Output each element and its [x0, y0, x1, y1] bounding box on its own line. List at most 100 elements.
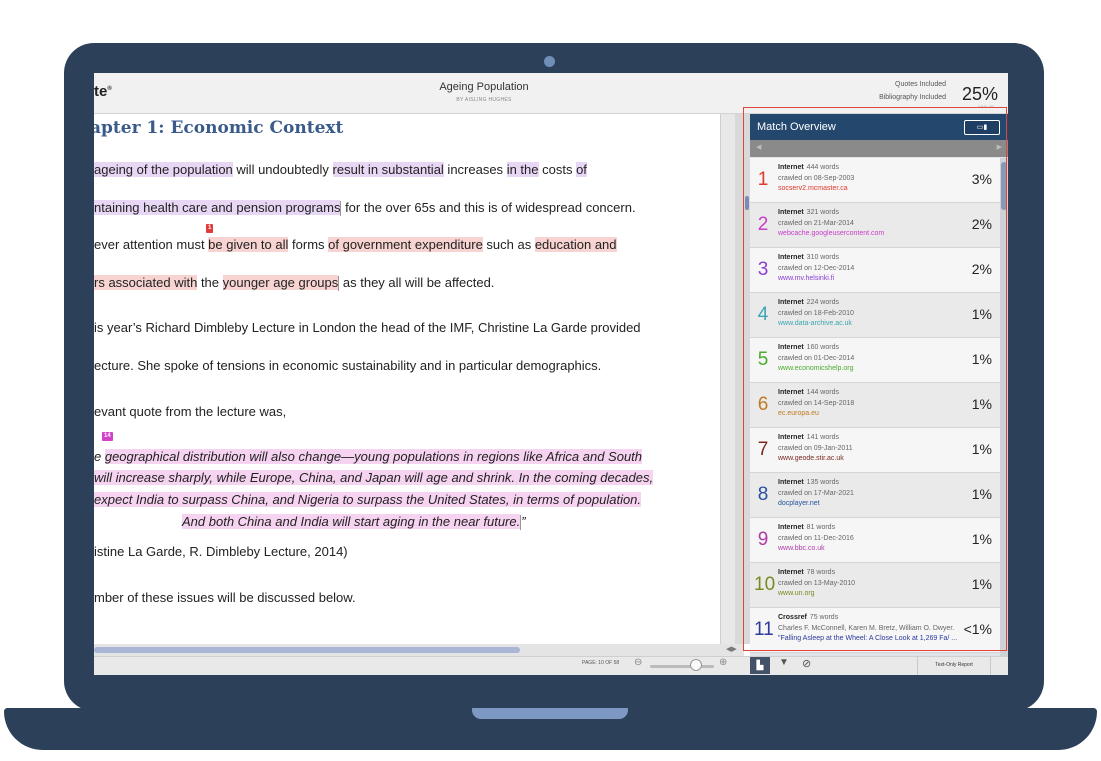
match-row[interactable]: 6 Internet 144 words crawled on 14-Sep-2018… [750, 383, 1000, 428]
source-type-label: Internet [778, 479, 804, 486]
match-source-link[interactable]: webcache.googleusercontent.com [778, 230, 884, 237]
match-word-count: 144 words [806, 389, 839, 396]
text-run: as they all will be affected. [339, 275, 495, 290]
match-highlight[interactable]: education and [534, 237, 617, 252]
match-source-type: Internet 321 words [778, 209, 839, 216]
exclude-icon[interactable]: ⊘ [802, 657, 811, 670]
source-type-label: Crossref [778, 614, 807, 621]
match-overview-icon[interactable]: ▙ [750, 657, 770, 674]
zoom-slider-handle[interactable] [689, 659, 702, 671]
match-crawl-date: crawled on 18-Feb-2010 [778, 310, 854, 317]
zoom-out-icon[interactable]: ⊖ [634, 657, 642, 668]
match-source-link[interactable]: "Falling Asleep at the Wheel: A Close Lo… [778, 635, 957, 642]
match-highlight[interactable]: younger age groups [222, 275, 339, 290]
match-tag-14[interactable]: 14 [102, 432, 113, 441]
match-highlight[interactable]: be given to all [208, 237, 289, 252]
text-run: for the over 65s and this is of widespre… [341, 200, 636, 215]
match-list-scrollbar[interactable] [1000, 158, 1008, 656]
logo-mark: ® [107, 86, 112, 92]
match-highlight[interactable]: will increase sharply, while Europe, Chi… [94, 470, 654, 485]
match-highlight[interactable]: And both China and India will start agin… [182, 514, 521, 529]
previous-arrow-icon[interactable]: ◀ [756, 143, 761, 151]
page-indicator: PAGE: 10 OF 58 [582, 660, 620, 666]
match-source-type: Internet 310 words [778, 254, 839, 261]
match-highlight[interactable]: ageing of the population [94, 162, 233, 177]
zoom-in-icon[interactable]: ⊕ [719, 657, 727, 668]
match-highlight[interactable]: of [576, 162, 587, 177]
zoom-slider[interactable] [650, 665, 714, 668]
horizontal-scroll-thumb[interactable] [94, 647, 520, 653]
source-type-label: Internet [778, 569, 804, 576]
match-source-link[interactable]: ec.europa.eu [778, 410, 819, 417]
source-type-label: Internet [778, 344, 804, 351]
match-row[interactable]: 2 Internet 321 words crawled on 21-Mar-2014… [750, 203, 1000, 248]
match-source-link[interactable]: www.un.org [778, 590, 815, 597]
match-number: 11 [754, 619, 774, 640]
match-source-link[interactable]: www.economicshelp.org [778, 365, 853, 372]
match-row[interactable]: 7 Internet 141 words crawled on 09-Jan-2011… [750, 428, 1000, 473]
match-number: 3 [757, 259, 769, 280]
match-crawl-date: crawled on 11-Dec-2016 [778, 535, 854, 542]
match-highlight[interactable]: geographical distribution will also chan… [104, 449, 643, 464]
match-highlight[interactable]: ntaining health care and pension program… [94, 200, 341, 215]
source-type-label: Internet [778, 434, 804, 441]
match-row[interactable]: 4 Internet 224 words crawled on 18-Feb-2010… [750, 293, 1000, 338]
match-source-link[interactable]: www.bbc.co.uk [778, 545, 825, 552]
document-vertical-scrollbar[interactable] [720, 114, 735, 644]
match-word-count: 444 words [806, 164, 839, 171]
quote-line: e geographical distribution will also ch… [94, 449, 643, 464]
match-tag-1[interactable]: 1 [206, 224, 214, 233]
panel-resize-handle[interactable] [745, 196, 749, 210]
match-source-link[interactable]: docplayer.net [778, 500, 820, 507]
match-source-link[interactable]: socserv2.mcmaster.ca [778, 185, 848, 192]
match-overview-panel: Match Overview ▭▮ ◀ ▶ 1 Internet 444 words… [750, 114, 1008, 656]
match-word-count: 310 words [806, 254, 839, 261]
match-source-type: Internet 135 words [778, 479, 839, 486]
match-source-link[interactable]: www.data-archive.ac.uk [778, 320, 852, 327]
text-run: increases [443, 162, 507, 177]
bibliography-included-toggle[interactable]: Bibliography Included [879, 94, 946, 101]
quote-line: will increase sharply, while Europe, Chi… [94, 470, 654, 485]
match-row[interactable]: 11 Crossref 75 words Charles F. McConnell, … [750, 608, 1000, 653]
match-source-type: Internet 444 words [778, 164, 839, 171]
match-highlight[interactable]: rs associated with [94, 275, 198, 290]
match-number: 1 [757, 169, 769, 190]
match-highlight[interactable]: in the [506, 162, 539, 177]
match-row[interactable]: 10 Internet 78 words crawled on 13-May-2010… [750, 563, 1000, 608]
camera-dot [544, 56, 555, 67]
match-highlight[interactable]: expect India to surpass China, and Niger… [94, 492, 642, 507]
quotes-included-toggle[interactable]: Quotes Included [895, 81, 946, 88]
similarity-score[interactable]: 25% [962, 84, 998, 105]
view-toggle-icon[interactable]: ▭▮ [964, 120, 1000, 135]
text-run: such as [482, 237, 535, 252]
match-word-count: 141 words [806, 434, 839, 441]
match-source-type: Internet 141 words [778, 434, 839, 441]
text-run: ever attention must [94, 237, 209, 252]
source-type-label: Internet [778, 299, 804, 306]
match-highlight[interactable]: of government expenditure [328, 237, 483, 252]
match-highlight[interactable]: result in substantial [332, 162, 444, 177]
match-number: 2 [757, 214, 769, 235]
match-row[interactable]: 1 Internet 444 words crawled on 08-Sep-2003… [750, 158, 1000, 203]
match-row[interactable]: 9 Internet 81 words crawled on 11-Dec-2016 w… [750, 518, 1000, 563]
match-row[interactable]: 8 Internet 135 words crawled on 17-Mar-2021… [750, 473, 1000, 518]
match-row[interactable]: 5 Internet 160 words crawled on 01-Dec-2014… [750, 338, 1000, 383]
filter-icon[interactable]: ▼ [779, 657, 789, 668]
doc-line: ever attention must be given to all form… [94, 237, 617, 252]
match-source-link[interactable]: www.mv.helsinki.fi [778, 275, 834, 282]
match-number: 10 [754, 574, 776, 595]
source-type-label: Internet [778, 164, 804, 171]
match-number: 6 [757, 394, 769, 415]
match-percentage: 3% [971, 171, 992, 187]
doc-line: ageing of the population will undoubtedl… [94, 162, 587, 177]
top-bar: te® Ageing Population BY AISLING HUGHES … [94, 73, 1008, 114]
match-list-scroll-thumb[interactable] [1001, 162, 1007, 210]
text-run: e [94, 449, 105, 464]
match-number: 4 [757, 304, 769, 325]
scroll-arrows-icon[interactable]: ◀▶ [726, 645, 737, 653]
match-source-link[interactable]: www.geode.stir.ac.uk [778, 455, 844, 462]
text-only-report-button[interactable]: Text-Only Report [917, 656, 991, 675]
next-arrow-icon[interactable]: ▶ [997, 143, 1002, 151]
doc-line: mber of these issues will be discussed b… [94, 590, 356, 605]
match-row[interactable]: 3 Internet 310 words crawled on 12-Dec-2014… [750, 248, 1000, 293]
